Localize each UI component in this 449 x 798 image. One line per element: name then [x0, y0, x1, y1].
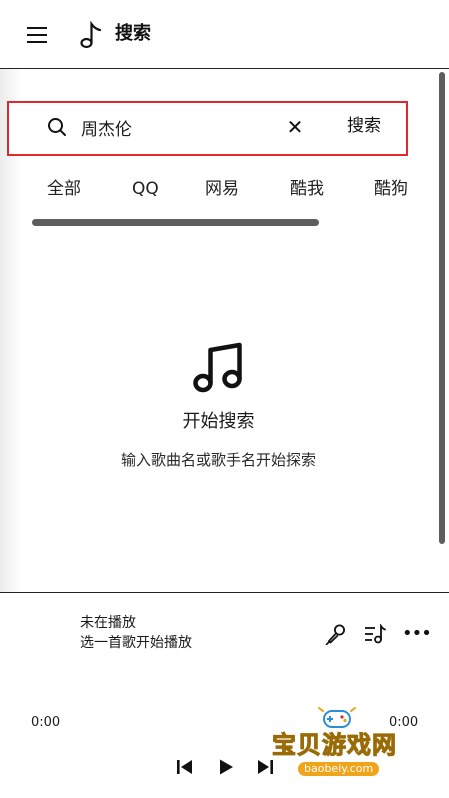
- empty-state-title: 开始搜索: [182, 411, 255, 432]
- tab-netease[interactable]: 网易: [205, 176, 239, 202]
- search-button[interactable]: 搜索: [347, 113, 381, 139]
- play-icon[interactable]: [216, 757, 236, 777]
- total-time: 0:00: [389, 715, 419, 730]
- source-tabs: 全部 QQ 网易 酷我 酷狗: [0, 176, 412, 206]
- player-bar: 未在播放 选一首歌开始播放 ••• 0:00 0:00: [0, 592, 449, 798]
- now-playing-subtitle: 选一首歌开始播放: [80, 635, 192, 651]
- tab-qq[interactable]: QQ: [132, 176, 159, 202]
- tab-kugou[interactable]: 酷狗: [374, 176, 408, 202]
- search-bar: ✕ 搜索: [7, 101, 408, 156]
- close-icon[interactable]: ✕: [283, 114, 307, 140]
- now-playing-title: 未在播放: [80, 615, 136, 631]
- tabs-scrollbar[interactable]: [32, 219, 319, 226]
- next-icon[interactable]: [255, 757, 275, 777]
- more-icon[interactable]: •••: [402, 623, 432, 645]
- current-time: 0:00: [31, 715, 61, 730]
- music-note-icon: [193, 342, 242, 393]
- search-icon: [48, 118, 66, 136]
- music-note-icon: [80, 21, 102, 49]
- app-header: 搜索: [0, 0, 449, 69]
- queue-icon[interactable]: [364, 624, 386, 644]
- previous-icon[interactable]: [175, 757, 195, 777]
- page-title: 搜索: [115, 23, 151, 44]
- menu-icon[interactable]: [26, 24, 48, 46]
- tab-all[interactable]: 全部: [47, 176, 81, 202]
- search-input[interactable]: [81, 114, 271, 140]
- empty-state-hint: 输入歌曲名或歌手名开始探索: [120, 451, 316, 469]
- page-scrollbar[interactable]: [439, 72, 445, 544]
- tab-kuwo[interactable]: 酷我: [290, 176, 324, 202]
- microphone-icon[interactable]: [325, 623, 347, 645]
